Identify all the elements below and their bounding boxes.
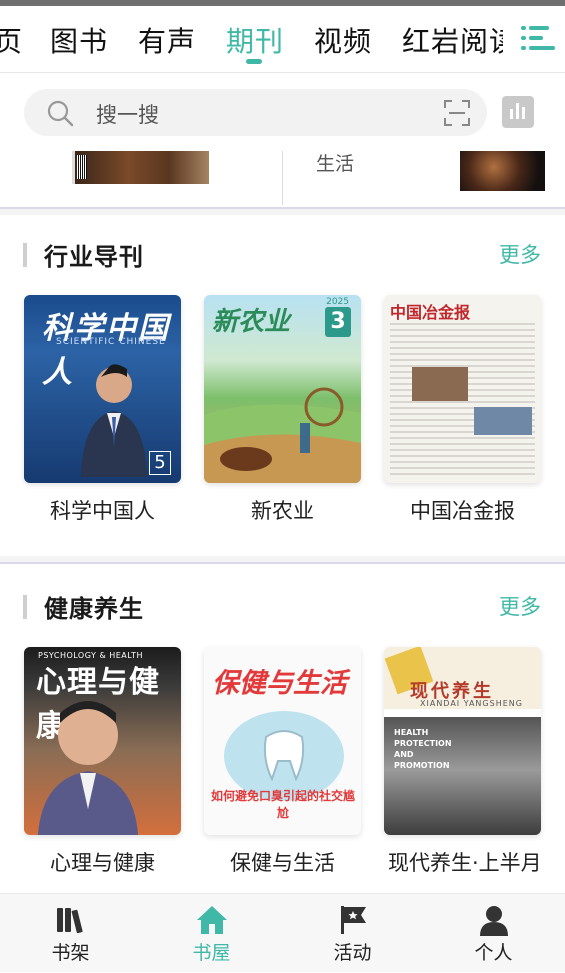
section-header-health: 健康养生 更多 <box>0 587 565 627</box>
section-header-industry: 行业导刊 更多 <box>0 235 565 275</box>
cover-masthead: 新农业 <box>212 307 291 337</box>
magazine-thumbnail[interactable] <box>72 151 209 184</box>
cover-issue-number: 3 <box>325 307 351 337</box>
magazine-cover[interactable]: 新农业 2025 3 <box>204 295 361 483</box>
divider <box>282 151 283 205</box>
magazine-cover[interactable]: 现代养生 XIANDAI YANGSHENG HEALTH PROTECTION… <box>384 647 541 835</box>
house-icon <box>197 906 227 934</box>
search-icon <box>47 100 74 127</box>
magazine-title[interactable]: 中国冶金报 <box>384 495 541 525</box>
cover-illustration <box>204 387 361 483</box>
bookshelf-icon <box>57 908 83 934</box>
cover-issue-number: 5 <box>149 451 171 475</box>
search-input[interactable]: 搜一搜 <box>96 99 159 129</box>
cover-masthead: 中国冶金报 <box>390 303 471 322</box>
nav-profile[interactable]: 个人 <box>423 894 564 973</box>
nav-bookshelf[interactable]: 书架 <box>0 894 141 973</box>
cover-headline: 如何避免口臭引起的社交尴尬 <box>210 789 355 820</box>
cover-pinyin: XIANDAI YANGSHENG <box>420 699 523 708</box>
category-tabs: 页 图书 有声 期刊 视频 红岩阅读 <box>0 6 565 70</box>
section-title: 行业导刊 <box>44 243 144 271</box>
cover-masthead: 保健与生活 <box>212 668 347 699</box>
cover-portrait <box>81 364 147 477</box>
tab-books[interactable]: 图书 <box>50 20 108 60</box>
section-marker <box>23 595 27 619</box>
tab-hongyan-reading[interactable]: 红岩阅读 <box>402 20 518 60</box>
tab-video[interactable]: 视频 <box>314 20 372 60</box>
strip-label[interactable]: 生活 <box>316 149 354 176</box>
tooth-icon <box>263 730 305 781</box>
nav-activity[interactable]: 活动 <box>282 894 423 973</box>
magazine-cover[interactable]: 中国冶金报 <box>384 295 541 483</box>
tab-periodicals[interactable]: 期刊 <box>226 20 284 60</box>
more-link[interactable]: 更多 <box>499 591 541 621</box>
tab-home[interactable]: 页 <box>0 20 23 60</box>
nav-label: 书架 <box>51 942 90 964</box>
section-marker <box>23 243 27 267</box>
cover-year: 2025 <box>326 297 349 307</box>
nav-label: 书屋 <box>192 942 231 964</box>
more-link[interactable]: 更多 <box>499 239 541 269</box>
news-photo <box>474 407 532 435</box>
magazine-thumbnail[interactable] <box>460 151 545 191</box>
bottom-navigation: 书架 书屋 活动 个人 <box>0 893 565 972</box>
section-title: 健康养生 <box>44 595 144 623</box>
tab-audio[interactable]: 有声 <box>138 20 196 60</box>
scrolled-banner-strip: 生活 <box>0 145 565 207</box>
news-photo <box>412 367 468 401</box>
cover-english-title: HEALTH PROTECTION AND PROMOTION <box>394 728 452 770</box>
section-gap <box>0 556 565 564</box>
category-menu-icon[interactable] <box>503 6 565 70</box>
search-bar[interactable]: 搜一搜 <box>24 89 487 136</box>
flag-icon <box>341 906 366 934</box>
magazine-title[interactable]: 心理与健康 <box>24 847 181 877</box>
magazine-title[interactable]: 现代养生·上半月 <box>388 847 545 889</box>
ranking-chart-icon[interactable] <box>502 96 534 128</box>
nav-label: 个人 <box>474 942 513 964</box>
nav-label: 活动 <box>333 942 372 964</box>
magazine-title[interactable]: 新农业 <box>204 495 361 525</box>
magazine-cover[interactable]: 科学中国人 SCIENTIFIC CHINESE 5 <box>24 295 181 483</box>
magazine-cover[interactable]: PSYCHOLOGY & HEALTH 心理与健康 <box>24 647 181 835</box>
magazine-title[interactable]: 保健与生活 <box>204 847 361 877</box>
magazine-title[interactable]: 科学中国人 <box>24 495 181 525</box>
cover-portrait <box>38 701 138 835</box>
active-tab-indicator <box>246 59 262 64</box>
magazine-cover[interactable]: 保健与生活 如何避免口臭引起的社交尴尬 <box>204 647 361 835</box>
section-gap <box>0 207 565 215</box>
divider <box>0 72 565 73</box>
nav-bookhouse[interactable]: 书屋 <box>141 894 282 973</box>
cover-subtitle: SCIENTIFIC CHINESE <box>56 337 166 347</box>
scan-icon[interactable] <box>443 99 471 127</box>
person-icon <box>480 906 508 936</box>
